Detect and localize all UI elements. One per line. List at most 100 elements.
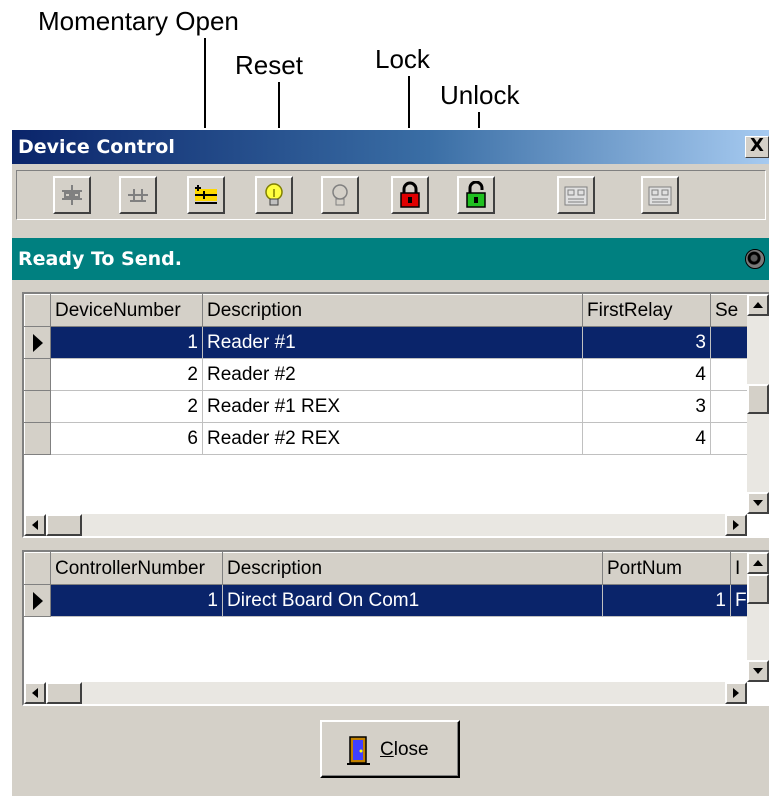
- lock-button[interactable]: [391, 176, 429, 214]
- first-relay-cell[interactable]: 3: [582, 390, 711, 423]
- relay-pulse-button[interactable]: [119, 176, 157, 214]
- scroll-thumb[interactable]: [747, 574, 769, 604]
- scroll-thumb[interactable]: [747, 384, 769, 414]
- table-row[interactable]: 1 Direct Board On Com1 1 F: [24, 584, 752, 617]
- scroll-right-button[interactable]: [725, 682, 747, 704]
- device-number-cell[interactable]: 6: [50, 422, 203, 455]
- row-indicator: [24, 584, 51, 617]
- device-horizontal-scrollbar[interactable]: [24, 514, 747, 536]
- scroll-up-icon: [753, 560, 763, 566]
- column-header[interactable]: Description: [202, 294, 583, 327]
- controller-table: ControllerNumber Description PortNum I 1…: [24, 552, 752, 617]
- close-button-label: Close: [380, 739, 429, 761]
- momentary-open-button[interactable]: [187, 176, 225, 214]
- description-cell[interactable]: Direct Board On Com1: [222, 584, 603, 617]
- door-exit-icon: [347, 736, 370, 765]
- current-row-arrow-icon: [33, 333, 43, 352]
- column-header[interactable]: PortNum: [602, 552, 731, 585]
- scroll-left-button[interactable]: [24, 514, 46, 536]
- description-cell[interactable]: Reader #1 REX: [202, 390, 583, 423]
- window-title: Device Control: [18, 136, 175, 158]
- status-bar: Ready To Send.: [12, 238, 769, 280]
- description-cell[interactable]: Reader #1: [202, 326, 583, 359]
- device-control-window: Device Control X Ready To Send. DeviceNu…: [10, 128, 769, 796]
- column-header[interactable]: Se: [710, 294, 752, 327]
- extra-cell[interactable]: [710, 358, 752, 391]
- column-header[interactable]: Description: [222, 552, 603, 585]
- callout-unlock: Unlock: [440, 80, 520, 110]
- controller-horizontal-scrollbar[interactable]: [24, 682, 747, 704]
- column-header[interactable]: ControllerNumber: [50, 552, 223, 585]
- controller-number-cell[interactable]: 1: [50, 584, 223, 617]
- device-header-row: DeviceNumber Description FirstRelay Se: [24, 294, 752, 327]
- relay-off-button[interactable]: [53, 176, 91, 214]
- row-indicator: [24, 326, 51, 359]
- callout-momentary-open: Momentary Open: [38, 6, 239, 36]
- scroll-left-icon: [32, 688, 38, 698]
- callout-reset: Reset: [235, 50, 303, 80]
- scroll-right-icon: [733, 520, 739, 530]
- scroll-up-icon: [753, 302, 763, 308]
- row-indicator: [24, 358, 51, 391]
- device-vertical-scrollbar[interactable]: [747, 294, 769, 514]
- unlock-icon: [466, 181, 486, 208]
- toolbar: [16, 170, 766, 220]
- lock-icon: [400, 181, 420, 208]
- description-cell[interactable]: Reader #2 REX: [202, 422, 583, 455]
- scroll-thumb[interactable]: [46, 514, 82, 536]
- current-row-arrow-icon: [33, 591, 43, 610]
- unlock-button[interactable]: [457, 176, 495, 214]
- device-number-cell[interactable]: 2: [50, 390, 203, 423]
- scroll-up-button[interactable]: [747, 552, 769, 574]
- first-relay-cell[interactable]: 4: [582, 422, 711, 455]
- controller-vertical-scrollbar[interactable]: [747, 552, 769, 682]
- device-table: DeviceNumber Description FirstRelay Se 1…: [24, 294, 752, 455]
- extra-cell[interactable]: [710, 390, 752, 423]
- controller-header-row: ControllerNumber Description PortNum I: [24, 552, 752, 585]
- window-close-glyph: X: [750, 135, 764, 156]
- scroll-left-button[interactable]: [24, 682, 46, 704]
- bulb-off-icon: [332, 184, 348, 206]
- scroll-down-button[interactable]: [747, 492, 769, 514]
- controller-board-button-2[interactable]: [641, 176, 679, 214]
- row-indicator: [24, 422, 51, 455]
- column-header[interactable]: FirstRelay: [582, 294, 711, 327]
- description-cell[interactable]: Reader #2: [202, 358, 583, 391]
- table-row[interactable]: 6 Reader #2 REX 4: [24, 422, 752, 455]
- port-num-cell[interactable]: 1: [602, 584, 731, 617]
- reset-button[interactable]: [255, 176, 293, 214]
- column-header[interactable]: DeviceNumber: [50, 294, 203, 327]
- close-mnemonic: C: [380, 739, 394, 760]
- window-close-button[interactable]: X: [745, 136, 769, 158]
- row-indicator: [24, 390, 51, 423]
- device-grid[interactable]: DeviceNumber Description FirstRelay Se 1…: [22, 292, 769, 538]
- extra-cell[interactable]: [710, 422, 752, 455]
- relay-pulse-icon: [128, 189, 148, 202]
- scroll-right-button[interactable]: [725, 514, 747, 536]
- first-relay-cell[interactable]: 4: [582, 358, 711, 391]
- close-button[interactable]: Close: [320, 720, 460, 778]
- table-row[interactable]: 2 Reader #2 4: [24, 358, 752, 391]
- controller-board-icon: [648, 186, 672, 206]
- row-indicator-header: [24, 552, 51, 585]
- reset-bulb-on-icon: [265, 183, 283, 206]
- status-led-icon: [745, 249, 765, 269]
- extra-cell[interactable]: [710, 326, 752, 359]
- scroll-up-button[interactable]: [747, 294, 769, 316]
- bulb-off-button[interactable]: [321, 176, 359, 214]
- first-relay-cell[interactable]: 3: [582, 326, 711, 359]
- momentary-open-icon: [195, 185, 217, 204]
- callout-lock: Lock: [375, 44, 430, 74]
- scroll-down-icon: [753, 668, 763, 674]
- device-number-cell[interactable]: 1: [50, 326, 203, 359]
- scroll-thumb[interactable]: [46, 682, 82, 704]
- scroll-right-icon: [733, 688, 739, 698]
- relay-off-icon: [62, 185, 82, 205]
- controller-board-button-1[interactable]: [557, 176, 595, 214]
- table-row[interactable]: 1 Reader #1 3: [24, 326, 752, 359]
- controller-grid[interactable]: ControllerNumber Description PortNum I 1…: [22, 550, 769, 706]
- table-row[interactable]: 2 Reader #1 REX 3: [24, 390, 752, 423]
- row-indicator-header: [24, 294, 51, 327]
- device-number-cell[interactable]: 2: [50, 358, 203, 391]
- scroll-down-button[interactable]: [747, 660, 769, 682]
